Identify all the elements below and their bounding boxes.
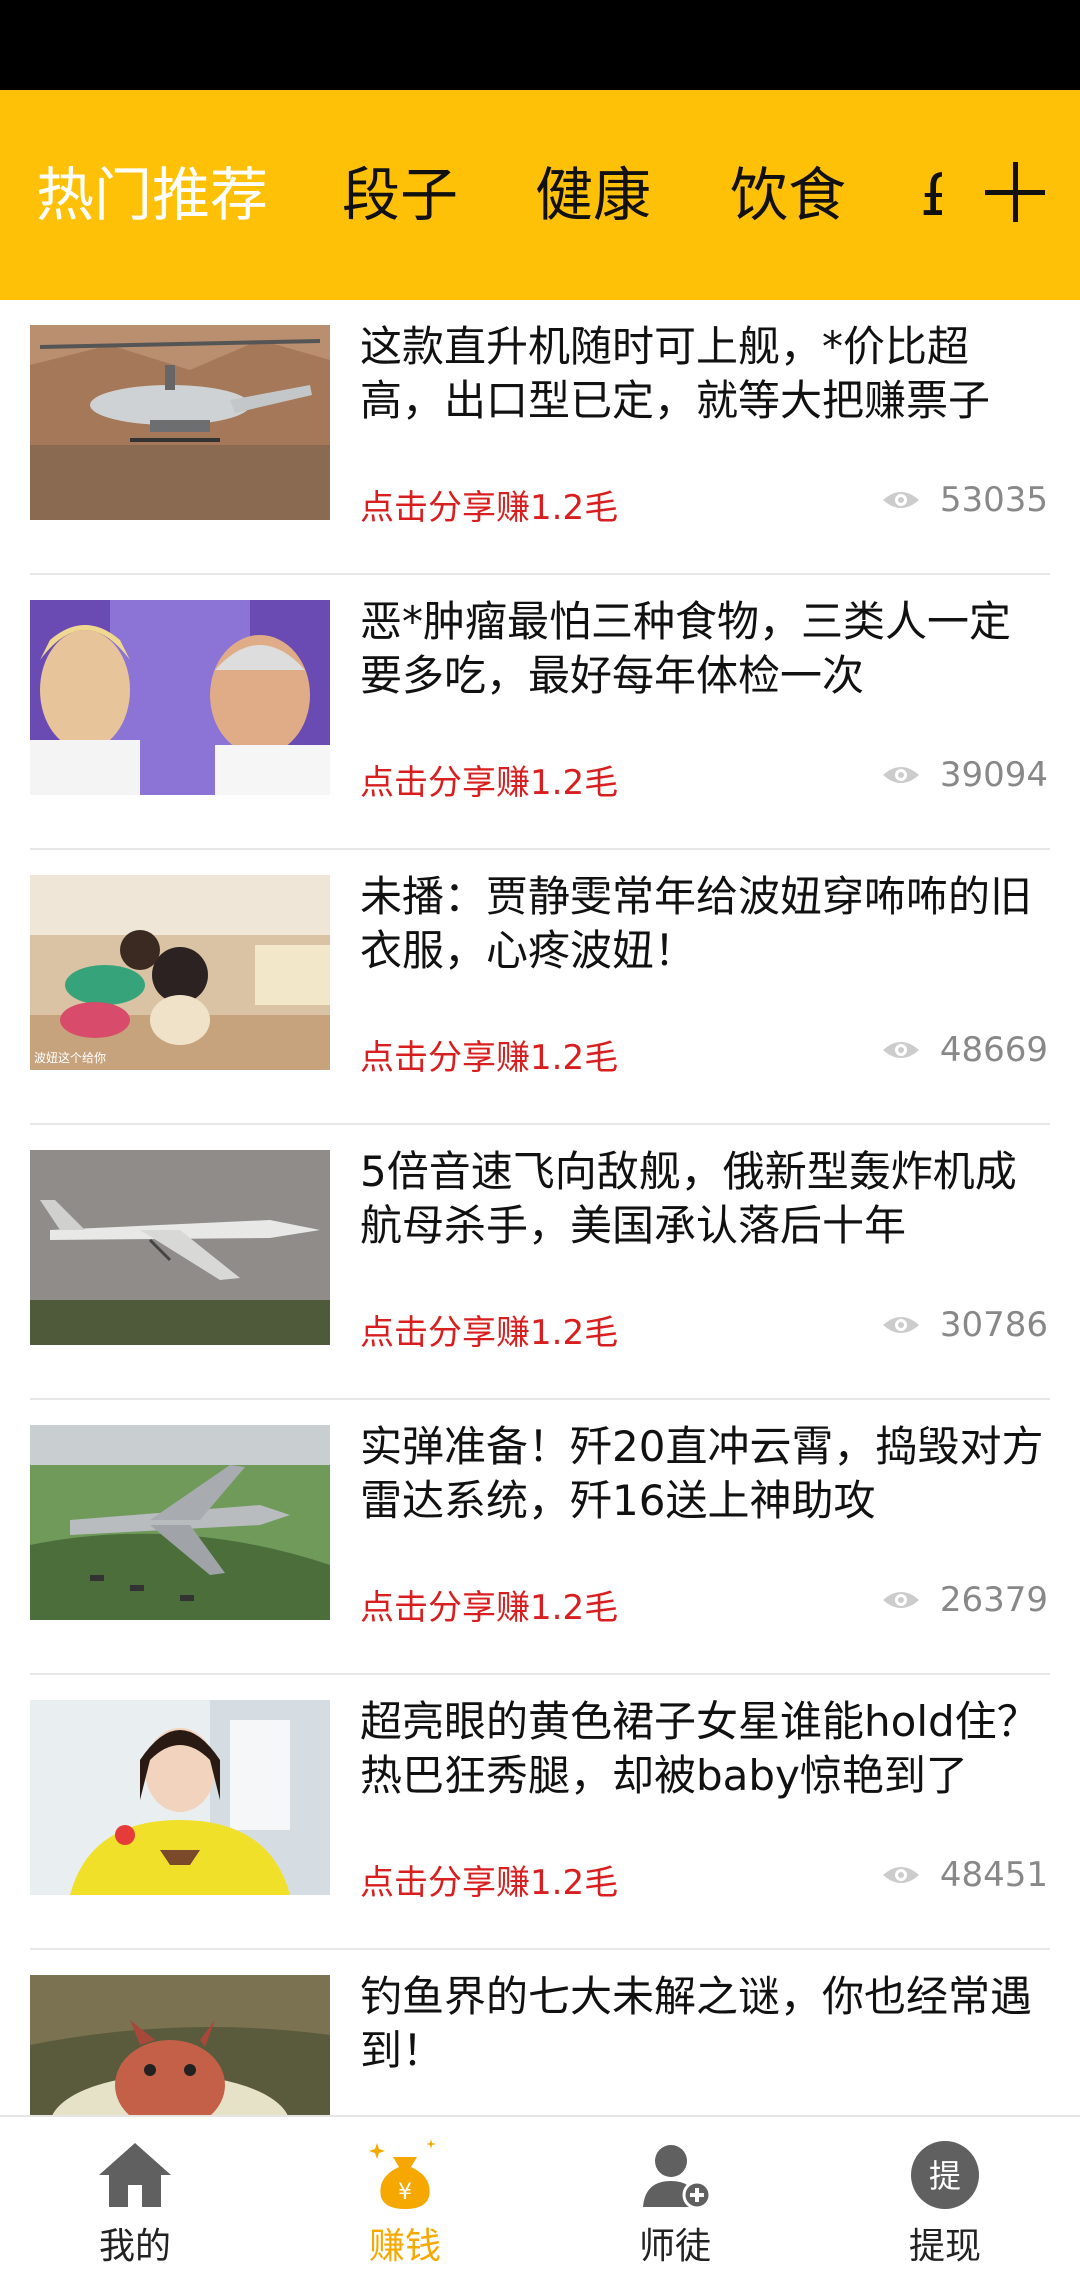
list-item[interactable]: 实弹准备！歼20直冲云霄，捣毁对方雷达系统，歼16送上神助攻 点击分享赚1.2毛… [0,1400,1080,1675]
category-tab-bar: 热门推荐 段子 健康 饮食 £ [0,90,1080,300]
news-thumbnail [30,325,330,520]
news-title: 未播：贾静雯常年给波妞穿咘咘的旧衣服，心疼波妞！ [360,872,1033,975]
share-earn-link[interactable]: 点击分享赚1.2毛 [360,1580,618,1629]
eye-icon [882,1317,919,1333]
tab-health[interactable]: 健康 [535,160,651,230]
view-count: 53035 [882,480,1048,520]
news-title: 实弹准备！歼20直冲云霄，捣毁对方雷达系统，歼16送上神助攻 [360,1422,1044,1525]
eye-icon [882,1042,919,1058]
list-item[interactable]: 超亮眼的黄色裙子女星谁能hold住？热巴狂秀腿，却被baby惊艳到了 点击分享赚… [0,1675,1080,1950]
nav-item-mentor[interactable]: 师徒 [540,2117,810,2282]
news-title: 超亮眼的黄色裙子女星谁能hold住？热巴狂秀腿，却被baby惊艳到了 [360,1697,1039,1800]
svg-text:¥: ¥ [398,2180,412,2205]
withdraw-icon-text: 提 [929,2157,961,2195]
list-item[interactable]: 恶*肿瘤最怕三种食物，三类人一定要多吃，最好每年体检一次 点击分享赚1.2毛 3… [0,575,1080,850]
view-count-value: 53035 [939,480,1048,520]
view-count-value: 48669 [939,1030,1048,1070]
news-title: 5倍音速飞向敌舰，俄新型轰炸机成航母杀手，美国承认落后十年 [360,1147,1017,1250]
list-item[interactable]: 波妞这个给你 未播：贾静雯常年给波妞穿咘咘的旧衣服，心疼波妞！ 点击分享赚1.2… [0,850,1080,1125]
view-count: 26379 [882,1580,1048,1620]
share-earn-link[interactable]: 点击分享赚1.2毛 [360,480,618,529]
bottom-navigation: 我的 ¥ 赚钱 师徒 提 提现 [0,2115,1080,2282]
share-earn-link[interactable]: 点击分享赚1.2毛 [360,1305,618,1354]
nav-label: 师徒 [638,2226,711,2267]
tab-food[interactable]: 饮食 [730,160,846,230]
eye-icon [882,492,919,508]
news-title: 这款直升机随时可上舰，*价比超高，出口型已定，就等大把赚票子 [360,322,991,425]
eye-icon [882,767,919,783]
tab-jokes[interactable]: 段子 [342,160,458,230]
money-bag-icon: ¥ [369,2139,436,2209]
view-count: 39094 [882,755,1048,795]
view-count-value: 39094 [939,755,1048,795]
share-earn-link[interactable]: 点击分享赚1.2毛 [360,1030,618,1079]
thumbnail-caption: 波妞这个给你 [34,1051,107,1065]
status-bar [0,0,1080,90]
view-count-value: 48451 [939,1855,1048,1895]
news-title: 钓鱼界的七大未解之谜，你也经常遇到！ [360,1972,1033,2075]
eye-icon [882,1867,919,1883]
add-user-icon [643,2145,712,2210]
home-icon [99,2143,171,2207]
news-thumbnail [30,1150,330,1345]
nav-label: 我的 [98,2226,171,2267]
share-earn-link[interactable]: 点击分享赚1.2毛 [360,755,618,804]
tab-partial[interactable]: £ [920,160,942,230]
nav-item-earn[interactable]: ¥ 赚钱 [270,2117,540,2282]
news-thumbnail [30,1425,330,1620]
view-count-value: 26379 [939,1580,1048,1620]
nav-label: 赚钱 [368,2226,441,2267]
news-thumbnail: 波妞这个给你 [30,875,330,1070]
nav-item-withdraw[interactable]: 提 提现 [810,2117,1080,2282]
plus-icon[interactable] [985,162,1045,222]
news-thumbnail [30,1975,330,2115]
list-item[interactable]: 钓鱼界的七大未解之谜，你也经常遇到！ [0,1950,1080,2115]
news-title: 恶*肿瘤最怕三种食物，三类人一定要多吃，最好每年体检一次 [360,597,1012,700]
view-count-value: 30786 [939,1305,1048,1345]
eye-icon [882,1592,919,1608]
nav-item-mine[interactable]: 我的 [0,2117,270,2282]
news-thumbnail [30,1700,330,1895]
news-thumbnail [30,600,330,795]
share-earn-link[interactable]: 点击分享赚1.2毛 [360,1855,618,1904]
view-count: 30786 [882,1305,1048,1345]
tab-hot[interactable]: 热门推荐 [36,160,268,230]
view-count: 48451 [882,1855,1048,1895]
nav-label: 提现 [908,2226,981,2267]
withdraw-icon: 提 [911,2141,979,2209]
list-item[interactable]: 5倍音速飞向敌舰，俄新型轰炸机成航母杀手，美国承认落后十年 点击分享赚1.2毛 … [0,1125,1080,1400]
news-list: 这款直升机随时可上舰，*价比超高，出口型已定，就等大把赚票子 点击分享赚1.2毛… [0,300,1080,2115]
view-count: 48669 [882,1030,1048,1070]
list-item[interactable]: 这款直升机随时可上舰，*价比超高，出口型已定，就等大把赚票子 点击分享赚1.2毛… [0,300,1080,575]
